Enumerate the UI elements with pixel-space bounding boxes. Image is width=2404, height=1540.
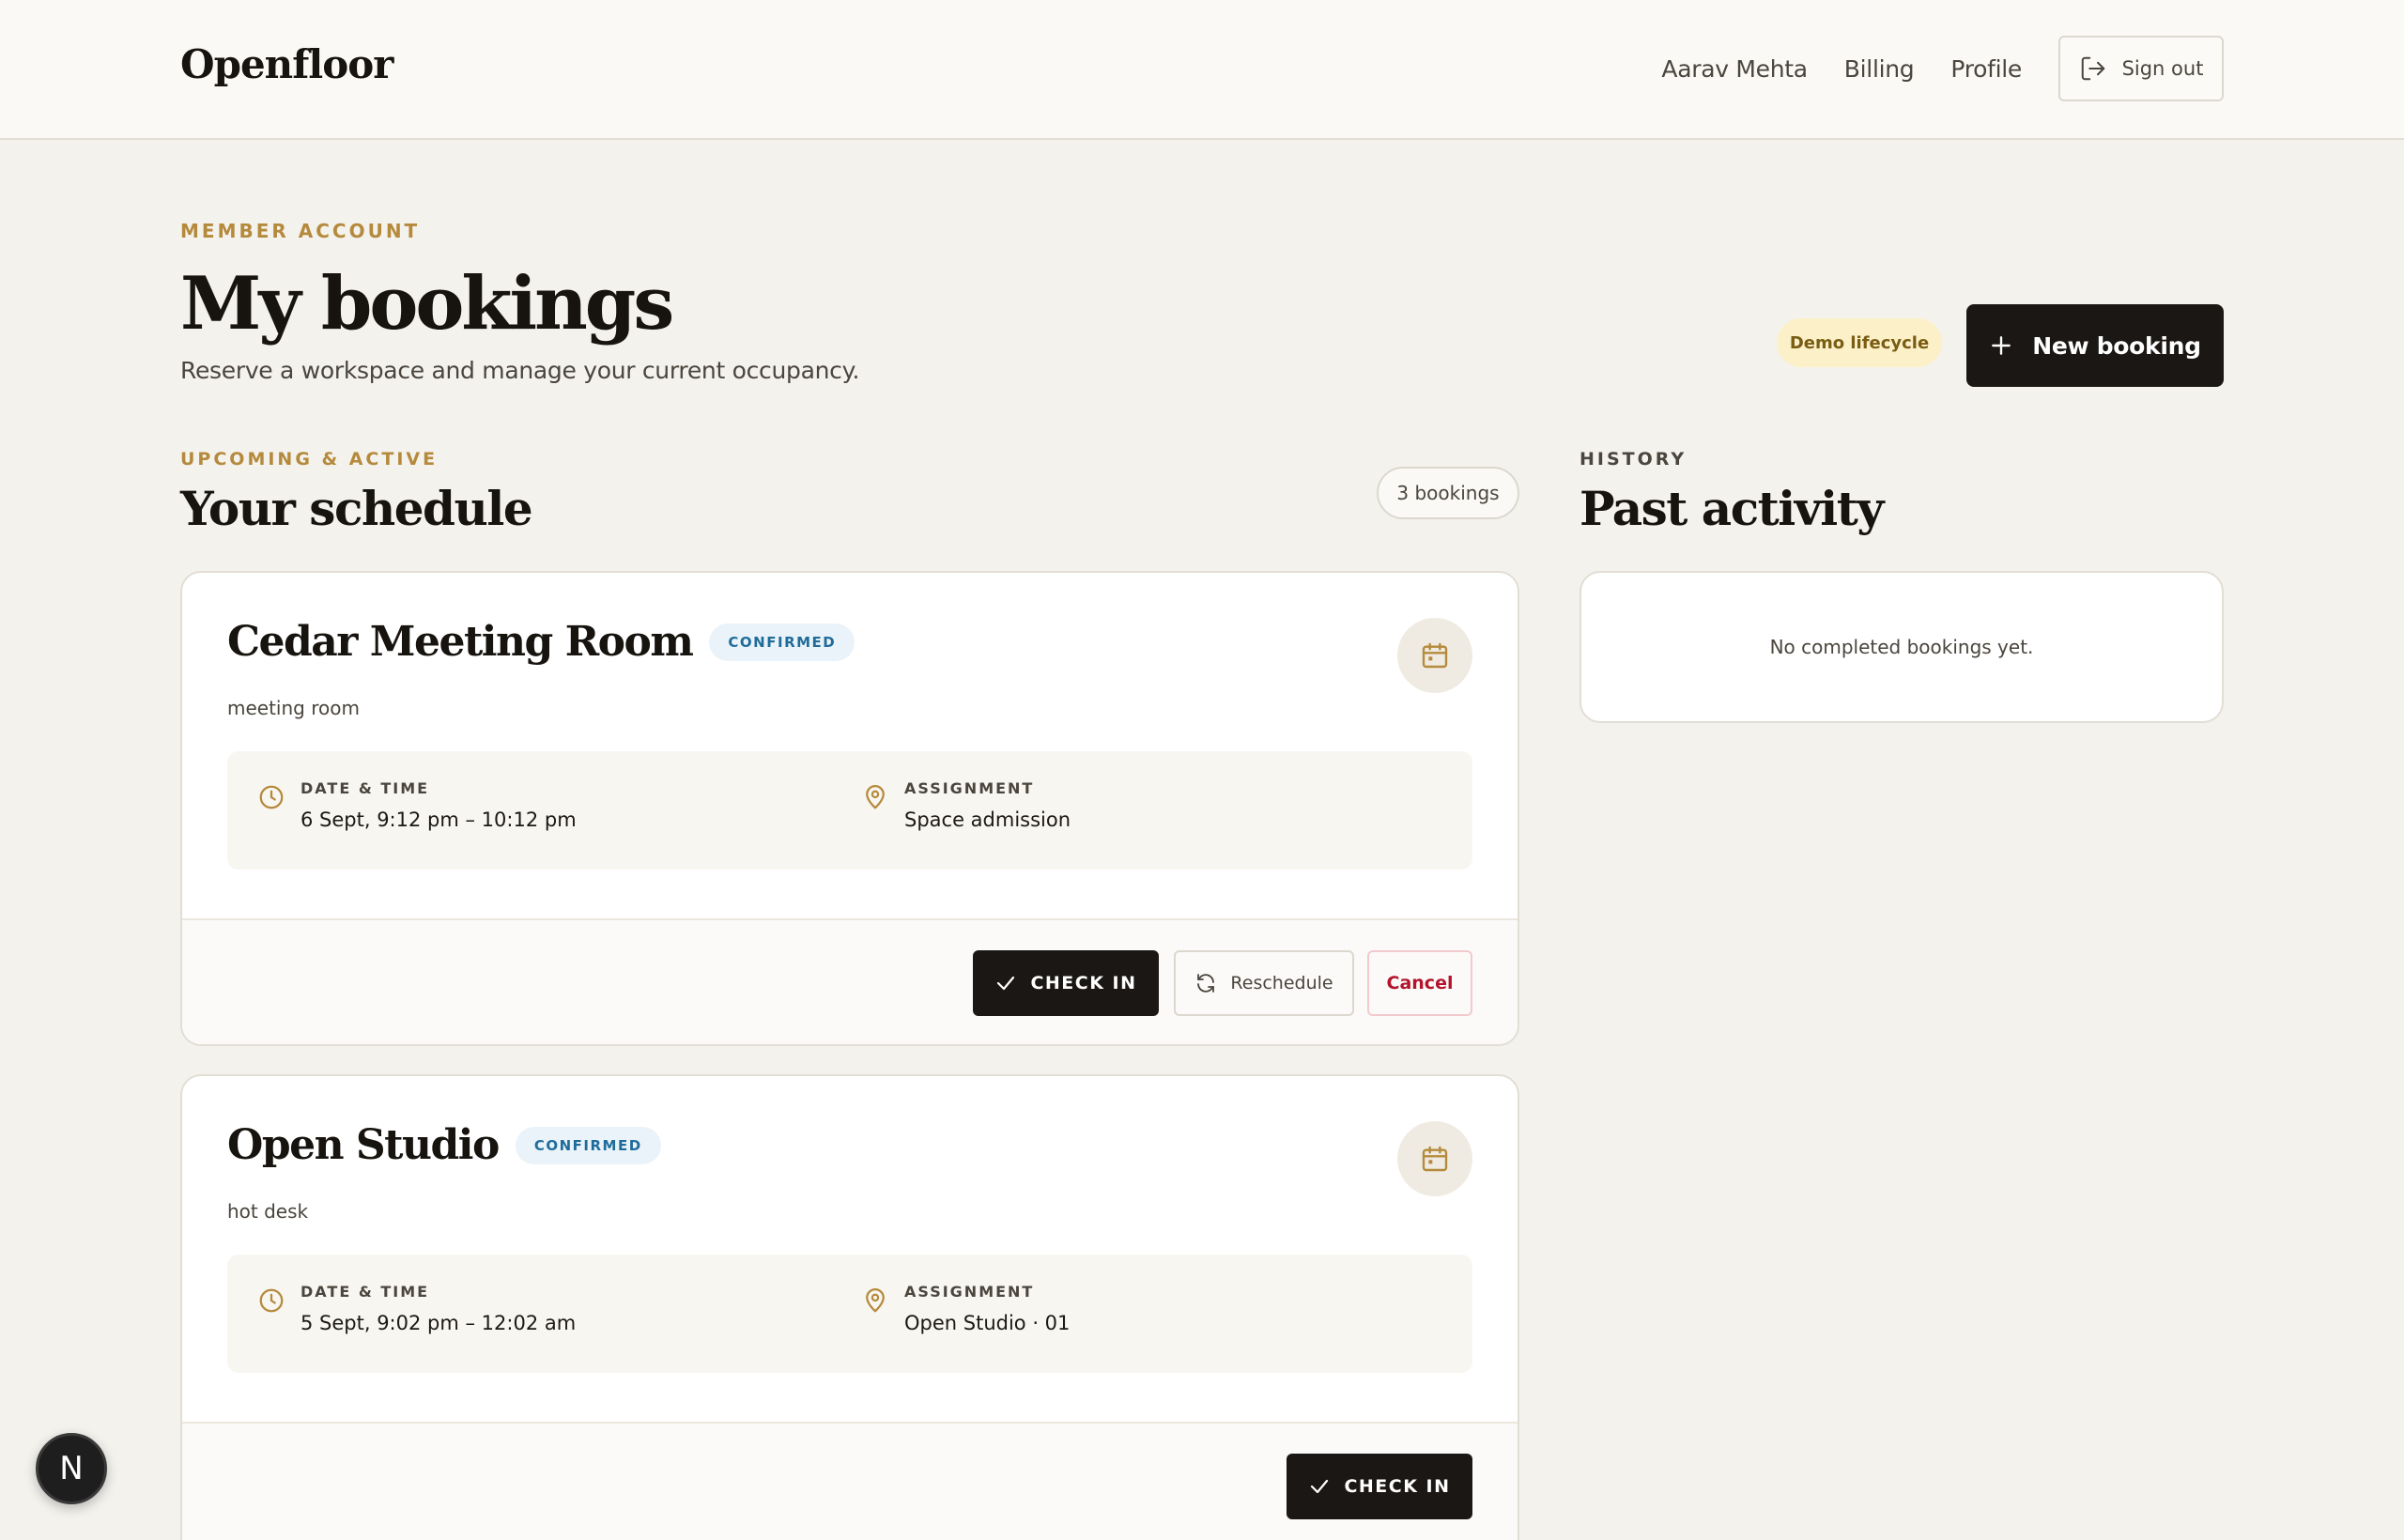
nav-billing[interactable]: Billing <box>1844 55 1915 83</box>
status-badge: CONFIRMED <box>709 623 855 661</box>
booking-actions: CHECK IN <box>182 1422 1518 1540</box>
assignment-value: Open Studio · 01 <box>904 1312 1071 1334</box>
clock-icon <box>259 1288 284 1313</box>
schedule-title: Your schedule <box>180 481 533 536</box>
booking-details: DATE & TIME 6 Sept, 9:12 pm – 10:12 pm A… <box>227 751 1472 870</box>
check-in-button[interactable]: CHECK IN <box>1287 1454 1472 1519</box>
datetime-label: DATE & TIME <box>300 779 430 797</box>
location-pin-icon <box>866 1288 885 1313</box>
schedule-eyebrow: UPCOMING & ACTIVE <box>180 449 439 470</box>
new-booking-label: New booking <box>2032 331 2201 360</box>
assignment-label: ASSIGNMENT <box>904 779 1035 797</box>
booking-title-row: Open Studio CONFIRMED <box>227 1121 661 1169</box>
datetime-label: DATE & TIME <box>300 1283 430 1301</box>
plus-icon <box>1992 336 2011 355</box>
booking-card: Cedar Meeting Room CONFIRMED meeting roo… <box>180 571 1519 1046</box>
page-eyebrow: MEMBER ACCOUNT <box>180 220 421 242</box>
booking-assignment: ASSIGNMENT Open Studio · 01 <box>861 1283 1070 1334</box>
booking-actions: CHECK IN Reschedule Cancel <box>182 918 1518 1044</box>
booking-title-row: Cedar Meeting Room CONFIRMED <box>227 618 855 666</box>
calendar-icon <box>1397 618 1472 693</box>
datetime-value: 6 Sept, 9:12 pm – 10:12 pm <box>300 808 577 831</box>
brand-logo[interactable]: Openfloor <box>180 41 393 87</box>
history-title: Past activity <box>1580 481 1884 536</box>
reschedule-label: Reschedule <box>1230 973 1333 993</box>
booking-type: hot desk <box>227 1200 309 1223</box>
history-empty-state: No completed bookings yet. <box>1580 571 2224 723</box>
clock-icon <box>259 785 284 809</box>
reschedule-button[interactable]: Reschedule <box>1174 950 1354 1016</box>
booking-name: Open Studio <box>227 1121 500 1169</box>
demo-lifecycle-badge[interactable]: Demo lifecycle <box>1777 318 1942 367</box>
page-subtitle: Reserve a workspace and manage your curr… <box>180 357 860 384</box>
dev-tools-letter: N <box>59 1450 84 1487</box>
history-empty-text: No completed bookings yet. <box>1769 636 2034 658</box>
booking-assignment: ASSIGNMENT Space admission <box>861 779 1071 831</box>
sign-out-button[interactable]: Sign out <box>2058 36 2224 101</box>
location-pin-icon <box>866 785 885 809</box>
sign-out-icon <box>2081 56 2104 81</box>
refresh-icon <box>1197 974 1215 993</box>
bookings-count-badge: 3 bookings <box>1377 467 1519 519</box>
dev-tools-badge[interactable]: N <box>36 1433 107 1504</box>
booking-type: meeting room <box>227 697 360 719</box>
top-bar: Openfloor Aarav Mehta Billing Profile Si… <box>0 0 2404 140</box>
booking-details: DATE & TIME 5 Sept, 9:02 pm – 12:02 am A… <box>227 1255 1472 1373</box>
booking-datetime: DATE & TIME 5 Sept, 9:02 pm – 12:02 am <box>257 1283 576 1334</box>
history-eyebrow: HISTORY <box>1580 449 1687 470</box>
main-nav: Aarav Mehta Billing Profile Sign out <box>1661 36 2224 101</box>
sign-out-label: Sign out <box>2121 57 2204 80</box>
check-in-label: CHECK IN <box>1344 1476 1451 1497</box>
assignment-value: Space admission <box>904 808 1071 831</box>
booking-datetime: DATE & TIME 6 Sept, 9:12 pm – 10:12 pm <box>257 779 577 831</box>
new-booking-button[interactable]: New booking <box>1966 304 2224 387</box>
check-in-button[interactable]: CHECK IN <box>973 950 1159 1016</box>
status-badge: CONFIRMED <box>515 1126 661 1164</box>
check-icon <box>1311 1479 1329 1494</box>
nav-profile[interactable]: Profile <box>1950 55 2022 83</box>
booking-card: Open Studio CONFIRMED hot desk DATE & TI… <box>180 1074 1519 1540</box>
check-icon <box>997 976 1015 991</box>
nav-user-name[interactable]: Aarav Mehta <box>1661 55 1808 83</box>
booking-name: Cedar Meeting Room <box>227 618 694 666</box>
datetime-value: 5 Sept, 9:02 pm – 12:02 am <box>300 1312 577 1334</box>
page-title: My bookings <box>180 261 674 346</box>
cancel-button[interactable]: Cancel <box>1367 950 1472 1016</box>
assignment-label: ASSIGNMENT <box>904 1283 1035 1301</box>
check-in-label: CHECK IN <box>1030 973 1137 993</box>
calendar-icon <box>1397 1121 1472 1196</box>
